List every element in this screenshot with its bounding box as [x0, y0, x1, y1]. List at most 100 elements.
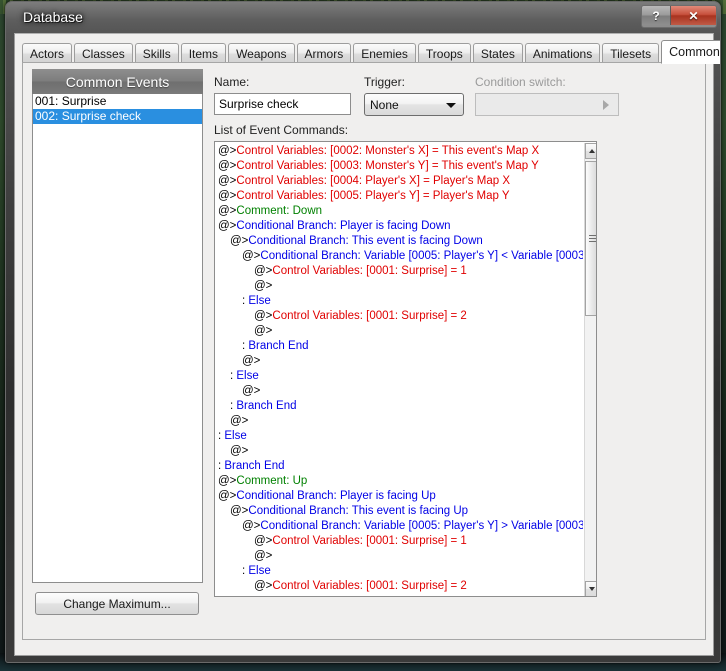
close-icon[interactable]: ✕ — [671, 6, 716, 25]
event-command-line[interactable]: @>Conditional Branch: Player is facing U… — [215, 489, 583, 504]
command-prefix: @> — [254, 325, 273, 337]
tab-label: Animations — [532, 46, 593, 61]
event-command-line[interactable]: @>Conditional Branch: Variable [0005: Pl… — [215, 249, 583, 264]
trigger-label: Trigger: — [364, 75, 405, 89]
command-text: Control Variables: [0003: Monster's Y] =… — [236, 160, 539, 172]
command-text: Branch End — [236, 400, 297, 412]
tab-classes[interactable]: Classes — [74, 43, 133, 63]
scroll-up-button[interactable] — [585, 143, 596, 159]
tab-label: Armors — [304, 46, 344, 61]
tab-label: Items — [188, 46, 219, 61]
event-command-line[interactable]: @>Comment: Down — [215, 204, 583, 219]
scroll-down-button[interactable] — [585, 581, 596, 596]
command-prefix: @> — [230, 235, 249, 247]
scrollbar-thumb[interactable] — [585, 161, 596, 316]
event-command-line[interactable]: @>Control Variables: [0002: Monster's X]… — [215, 144, 583, 159]
event-command-line[interactable]: : Branch End — [215, 399, 583, 414]
event-command-lines: @>Control Variables: [0002: Monster's X]… — [215, 144, 583, 594]
tab-common-events[interactable]: Common Events — [661, 40, 720, 64]
event-command-line[interactable]: @>Control Variables: [0005: Player's Y] … — [215, 189, 583, 204]
event-command-line[interactable]: @>Conditional Branch: Player is facing D… — [215, 219, 583, 234]
command-prefix: @> — [218, 190, 237, 202]
event-command-line[interactable]: @> — [215, 384, 583, 399]
event-command-line[interactable]: : Branch End — [215, 459, 583, 474]
common-events-list[interactable]: 001: Surprise 002: Surprise check — [32, 94, 203, 583]
name-input[interactable] — [214, 93, 351, 115]
command-prefix: @> — [254, 550, 273, 562]
event-command-line[interactable]: : Branch End — [215, 339, 583, 354]
event-commands-label: List of Event Commands: — [214, 123, 349, 137]
tab-states[interactable]: States — [472, 43, 523, 63]
tab-label: Tilesets — [610, 46, 652, 61]
event-command-line[interactable]: @>Conditional Branch: This event is faci… — [215, 234, 583, 249]
tab-troops[interactable]: Troops — [417, 43, 471, 63]
help-icon[interactable]: ? — [642, 6, 671, 25]
command-text: Else — [224, 430, 247, 442]
command-text: Conditional Branch: Player is facing Dow… — [236, 220, 451, 232]
tab-animations[interactable]: Animations — [524, 43, 601, 63]
event-command-line[interactable]: @>Control Variables: [0001: Surprise] = … — [215, 309, 583, 324]
common-events-header: Common Events — [32, 69, 203, 94]
event-command-line[interactable]: @> — [215, 279, 583, 294]
list-item[interactable]: 001: Surprise — [33, 94, 202, 109]
tab-label: Weapons — [236, 46, 287, 61]
tab-label: Skills — [142, 46, 171, 61]
command-text: Conditional Branch: Variable [0005: Play… — [260, 250, 583, 262]
event-command-list[interactable]: @>Control Variables: [0002: Monster's X]… — [214, 141, 597, 597]
event-command-line[interactable]: @> — [215, 354, 583, 369]
command-text: Else — [248, 295, 271, 307]
command-prefix: @> — [218, 475, 237, 487]
command-text: Control Variables: [0001: Surprise] = 2 — [272, 580, 467, 592]
tab-label: States — [480, 46, 515, 61]
change-maximum-button[interactable]: Change Maximum... — [35, 592, 199, 615]
event-command-line[interactable]: @>Conditional Branch: This event is faci… — [215, 504, 583, 519]
command-prefix: @> — [218, 160, 237, 172]
event-command-line[interactable]: : Else — [215, 369, 583, 384]
event-command-line[interactable]: @>Control Variables: [0004: Player's X] … — [215, 174, 583, 189]
command-prefix: @> — [254, 535, 273, 547]
command-prefix: @> — [254, 280, 273, 292]
command-text: Else — [248, 565, 271, 577]
common-events-panel: Common Events 001: Surprise 002: Surprise… — [32, 69, 203, 629]
event-command-line[interactable]: : Else — [215, 429, 583, 444]
event-command-line[interactable]: @>Control Variables: [0001: Surprise] = … — [215, 579, 583, 594]
event-command-line[interactable]: @>Control Variables: [0003: Monster's Y]… — [215, 159, 583, 174]
title-bar[interactable]: Database ? ✕ — [6, 2, 720, 33]
command-prefix: @> — [254, 265, 273, 277]
tab-skills[interactable]: Skills — [134, 43, 179, 63]
tab-actors[interactable]: Actors — [22, 43, 73, 63]
event-command-line[interactable]: @>Comment: Up — [215, 474, 583, 489]
tab-weapons[interactable]: Weapons — [228, 43, 295, 63]
command-prefix: @> — [242, 250, 261, 262]
event-command-line[interactable]: @> — [215, 549, 583, 564]
tab-label: Troops — [425, 46, 463, 61]
event-command-line[interactable]: @> — [215, 414, 583, 429]
name-label: Name: — [214, 75, 250, 89]
command-prefix: @> — [242, 355, 261, 367]
command-text: Comment: Up — [236, 475, 308, 487]
list-item[interactable]: 002: Surprise check — [33, 109, 202, 124]
tab-tilesets[interactable]: Tilesets — [602, 43, 660, 63]
command-prefix: @> — [230, 415, 249, 427]
tab-label: Classes — [82, 46, 125, 61]
event-command-line[interactable]: @>Conditional Branch: Variable [0005: Pl… — [215, 519, 583, 534]
command-text: Conditional Branch: Player is facing Up — [236, 490, 436, 502]
trigger-dropdown[interactable]: None — [364, 93, 464, 116]
tab-enemies[interactable]: Enemies — [353, 43, 416, 63]
command-prefix: @> — [242, 520, 261, 532]
command-text: Control Variables: [0001: Surprise] = 2 — [272, 310, 467, 322]
tab-strip: Actors Classes Skills Items Weapons Armors Ene… — [22, 40, 720, 64]
event-command-line[interactable]: @> — [215, 324, 583, 339]
tab-items[interactable]: Items — [180, 43, 227, 63]
command-text: Conditional Branch: Variable [0005: Play… — [260, 520, 583, 532]
command-prefix: @> — [218, 490, 237, 502]
tab-armors[interactable]: Armors — [296, 43, 352, 63]
event-command-line[interactable]: : Else — [215, 564, 583, 579]
chevron-right-icon — [603, 100, 609, 110]
command-list-scrollbar[interactable] — [584, 143, 596, 596]
command-text: Conditional Branch: This event is facing… — [248, 505, 469, 517]
event-command-line[interactable]: @>Control Variables: [0001: Surprise] = … — [215, 534, 583, 549]
event-command-line[interactable]: @> — [215, 444, 583, 459]
event-command-line[interactable]: @>Control Variables: [0001: Surprise] = … — [215, 264, 583, 279]
event-command-line[interactable]: : Else — [215, 294, 583, 309]
